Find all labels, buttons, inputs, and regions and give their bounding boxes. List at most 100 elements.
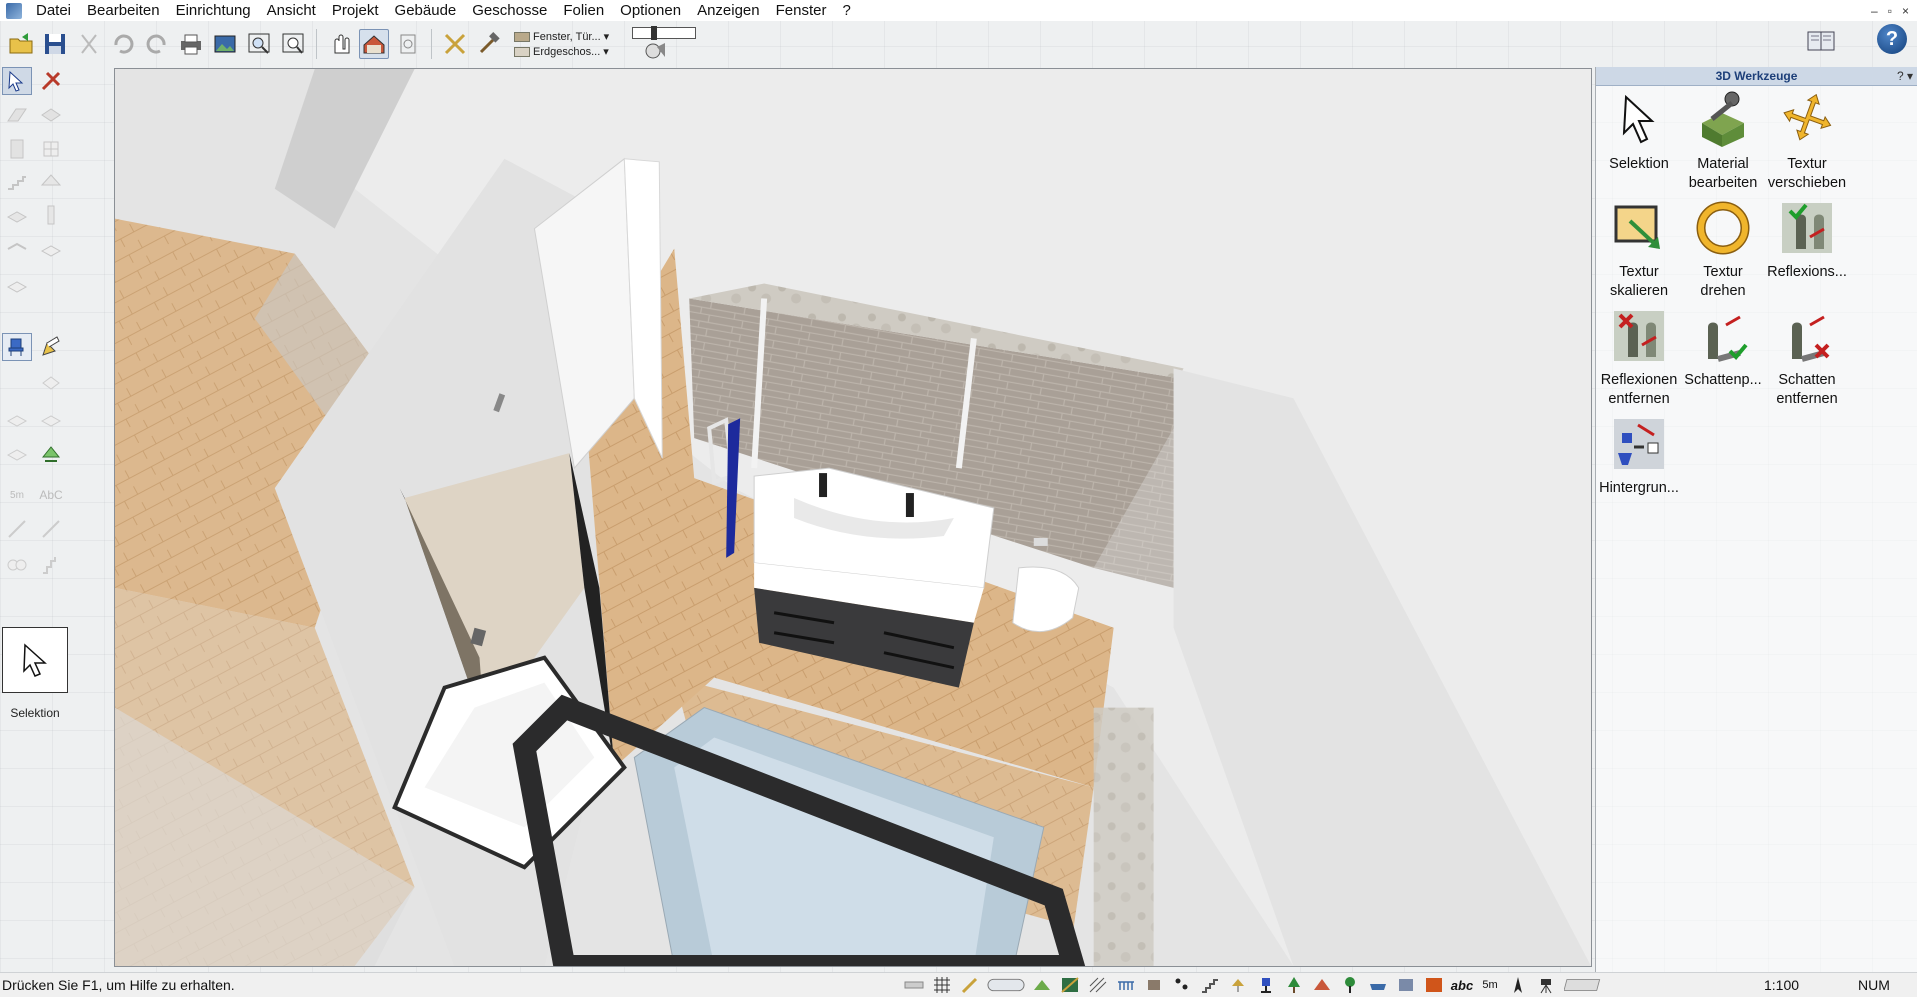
status-print-area-button[interactable]	[1562, 975, 1606, 995]
restore-button[interactable]: ▫	[1888, 4, 1892, 18]
edit-tool-button[interactable]	[36, 67, 66, 95]
tool-schatten-entfernen[interactable]: Schatten entfernen	[1764, 305, 1850, 409]
status-bath-button[interactable]	[1366, 975, 1390, 995]
paint-tool-button[interactable]	[36, 439, 66, 467]
room-tool-button[interactable]	[36, 101, 66, 129]
status-hatch-button[interactable]	[1086, 975, 1110, 995]
select-tool-button[interactable]	[2, 67, 32, 95]
opacity-slider[interactable]	[630, 26, 696, 61]
image-export-button[interactable]	[210, 29, 240, 59]
stair-symbol-tool-button[interactable]	[36, 551, 66, 579]
close-button[interactable]: ×	[1902, 4, 1909, 18]
pan-button[interactable]	[325, 29, 355, 59]
status-furniture-button[interactable]	[1142, 975, 1166, 995]
line-tool-button[interactable]	[2, 515, 32, 543]
element-type-combo[interactable]: Fenster, Tür... ▾	[514, 30, 626, 43]
menu-geschosse[interactable]: Geschosse	[464, 2, 555, 19]
status-terrain-button[interactable]	[1058, 975, 1082, 995]
measure-tool-button[interactable]	[440, 29, 470, 59]
menu-anzeigen[interactable]: Anzeigen	[689, 2, 768, 19]
slider-thumb[interactable]	[651, 26, 657, 40]
undo-button[interactable]	[108, 29, 138, 59]
menu-projekt[interactable]: Projekt	[324, 2, 387, 19]
status-3d-button[interactable]	[1422, 975, 1446, 995]
menu-einrichtung[interactable]: Einrichtung	[168, 2, 259, 19]
status-dimension-button[interactable]: 5m	[1478, 975, 1502, 995]
print-button[interactable]	[176, 29, 206, 59]
tool-textur-drehen[interactable]: Textur drehen	[1680, 197, 1766, 301]
tool-selektion[interactable]: Selektion	[1596, 89, 1682, 193]
status-north-button[interactable]	[1506, 975, 1530, 995]
minimize-button[interactable]: –	[1871, 4, 1878, 18]
status-stairs-button[interactable]	[1198, 975, 1222, 995]
tool-material-bearbeiten[interactable]: Material bearbeiten	[1680, 89, 1766, 193]
floor-combo[interactable]: Erdgeschos... ▾	[514, 45, 626, 58]
terrain-tool-button[interactable]	[2, 269, 32, 297]
catalog-book-icon[interactable]	[1807, 30, 1835, 52]
status-lamp-button[interactable]	[1226, 975, 1250, 995]
tool-textur-skalieren[interactable]: Textur skalieren	[1596, 197, 1682, 301]
open-folder-button[interactable]	[6, 29, 36, 59]
tool-schattenp[interactable]: Schattenp...	[1680, 305, 1766, 409]
status-pencil-button[interactable]	[958, 975, 982, 995]
status-plant-button[interactable]	[1338, 975, 1362, 995]
status-spelling-button[interactable]: abc	[1450, 975, 1474, 995]
door-tool-button[interactable]	[2, 135, 32, 163]
status-people-button[interactable]	[1170, 975, 1194, 995]
window-tool-button[interactable]	[36, 135, 66, 163]
menu-fenster[interactable]: Fenster	[768, 2, 835, 19]
area-tool-button[interactable]	[2, 405, 32, 433]
status-roof-button[interactable]	[1310, 975, 1334, 995]
slab-tool-button[interactable]	[2, 201, 32, 229]
menu-help[interactable]: ?	[834, 2, 858, 19]
ceiling-tool-button[interactable]	[2, 235, 32, 263]
zoom-window-button[interactable]	[244, 29, 274, 59]
drawing-tool-button[interactable]	[36, 333, 66, 361]
object-tool-button[interactable]	[36, 369, 66, 397]
furniture-tool-button[interactable]	[2, 333, 32, 361]
wall-tool-button[interactable]	[2, 101, 32, 129]
panel-controls[interactable]: ? ▾	[1897, 67, 1913, 86]
status-floor-button[interactable]	[1030, 975, 1054, 995]
roof-tool-button[interactable]	[36, 167, 66, 195]
zoom-all-button[interactable]	[278, 29, 308, 59]
status-tree-button[interactable]	[1282, 975, 1306, 995]
status-railing-button[interactable]	[1114, 975, 1138, 995]
menu-bearbeiten[interactable]: Bearbeiten	[79, 2, 168, 19]
menu-folien[interactable]: Folien	[555, 2, 612, 19]
menu-ansicht[interactable]: Ansicht	[259, 2, 324, 19]
redo-button[interactable]	[142, 29, 172, 59]
status-appliance-button[interactable]	[1394, 975, 1418, 995]
hatch-tool-button[interactable]	[36, 405, 66, 433]
polyline-tool-button[interactable]	[36, 515, 66, 543]
cut-button[interactable]	[74, 29, 104, 59]
tool-reflexionen-entfernen[interactable]: Reflexionen entfernen	[1596, 305, 1682, 409]
3d-viewport[interactable]	[114, 68, 1592, 967]
tool-textur-verschieben[interactable]: Textur verschieben	[1764, 89, 1850, 193]
tool-reflexions[interactable]: Reflexions...	[1764, 197, 1850, 301]
text-tool-button[interactable]: AbC	[36, 481, 66, 509]
slider-track[interactable]	[632, 26, 696, 40]
status-grid-button[interactable]	[930, 975, 954, 995]
status-chair-button[interactable]	[1254, 975, 1278, 995]
status-camera-button[interactable]	[1534, 975, 1558, 995]
stairs-tool-button[interactable]	[2, 167, 32, 195]
scale-indicator[interactable]: 1:100	[1764, 977, 1799, 993]
menu-gebaeude[interactable]: Gebäude	[387, 2, 465, 19]
opening-tool-button[interactable]	[36, 235, 66, 263]
status-ruler-button[interactable]	[902, 975, 926, 995]
tool-hintergrund[interactable]: Hintergrun...	[1596, 413, 1682, 517]
hammer-tool-button[interactable]	[474, 29, 504, 59]
3d-scene[interactable]	[115, 69, 1591, 966]
help-button[interactable]: ?	[1877, 24, 1907, 54]
group-tool-button[interactable]	[2, 551, 32, 579]
label-tool-button[interactable]	[2, 439, 32, 467]
layer-visibility-icon[interactable]	[642, 41, 670, 61]
dimension-tool-button[interactable]: 5m	[2, 481, 32, 509]
3d-view-button[interactable]	[359, 29, 389, 59]
camera-settings-button[interactable]	[393, 29, 423, 59]
menu-optionen[interactable]: Optionen	[612, 2, 689, 19]
column-tool-button[interactable]	[36, 201, 66, 229]
save-button[interactable]	[40, 29, 70, 59]
status-layer-button[interactable]	[986, 975, 1026, 995]
